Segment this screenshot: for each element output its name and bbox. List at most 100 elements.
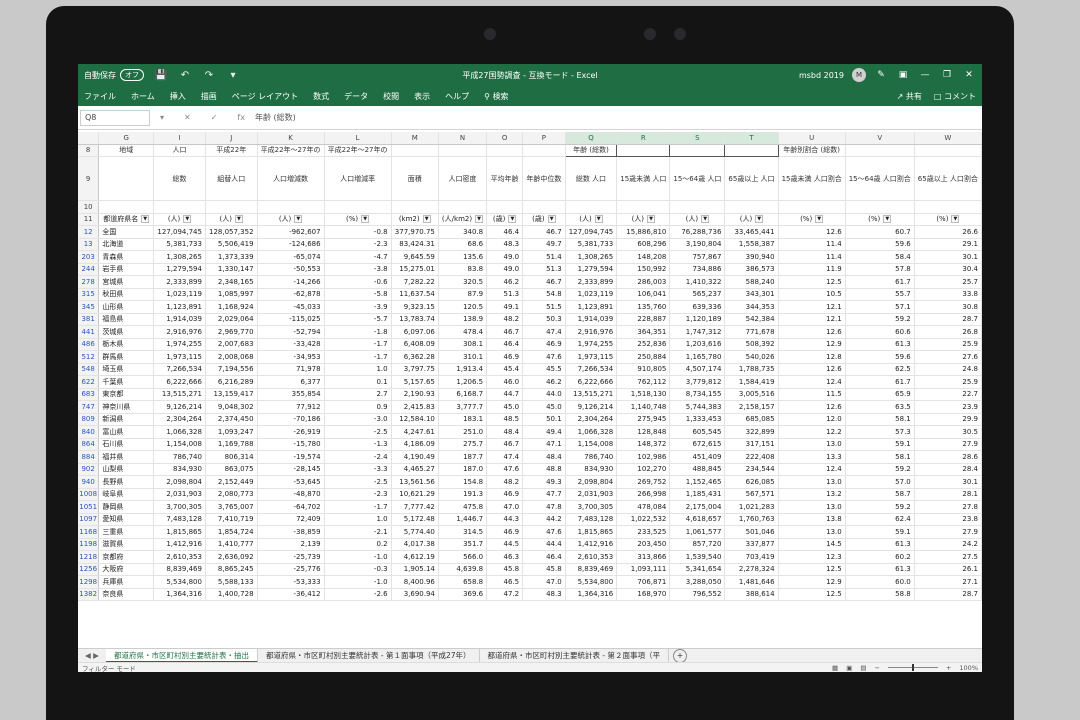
value-cell[interactable]: 1,333,453	[669, 413, 726, 426]
value-cell[interactable]: 834,930	[153, 463, 206, 476]
value-cell[interactable]: 566.0	[438, 550, 488, 564]
save-icon[interactable]: 💾	[154, 68, 168, 82]
value-cell[interactable]: 72,409	[257, 513, 325, 526]
value-cell[interactable]: 6,216,289	[205, 375, 258, 389]
comment-button[interactable]: □ コメント	[934, 91, 976, 102]
value-cell[interactable]: 1,203,616	[669, 338, 726, 351]
value-cell[interactable]: 488,845	[669, 463, 726, 476]
value-cell[interactable]: 76,288,736	[669, 225, 726, 239]
value-cell[interactable]: 250,884	[616, 350, 671, 364]
value-cell[interactable]: 1,021,283	[724, 500, 779, 514]
value-cell[interactable]: 47.2	[486, 588, 524, 601]
value-cell[interactable]: 5,381,733	[565, 238, 618, 251]
value-cell[interactable]: 3,765,007	[205, 500, 258, 514]
value-cell[interactable]: 2,636,092	[205, 550, 258, 564]
filter-dropdown-icon[interactable]: ▼	[141, 215, 150, 224]
row-header[interactable]: 11	[78, 213, 100, 226]
column-header[interactable]: P	[522, 132, 566, 145]
filter-dropdown-icon[interactable]: ▼	[183, 215, 192, 224]
value-cell[interactable]: 48.2	[486, 313, 524, 326]
value-cell[interactable]: 2,610,353	[565, 550, 618, 564]
value-cell[interactable]: 2,008,068	[205, 350, 258, 364]
value-cell[interactable]: 47.8	[522, 500, 566, 514]
menu-help[interactable]: ヘルプ	[445, 91, 469, 102]
value-cell[interactable]: 15,886,810	[616, 225, 671, 239]
menu-data[interactable]: データ	[344, 91, 368, 102]
value-cell[interactable]: 2.7	[324, 388, 392, 401]
prefecture-cell[interactable]: 茨城県	[98, 325, 155, 339]
header-cell[interactable]: 平成22年	[205, 144, 258, 157]
value-cell[interactable]: 135,760	[616, 300, 671, 314]
value-cell[interactable]: -28,145	[257, 463, 325, 476]
value-cell[interactable]: 187.7	[438, 450, 488, 464]
filter-dropdown-icon[interactable]: ▼	[234, 215, 243, 224]
row-header[interactable]: 747	[78, 400, 100, 414]
value-cell[interactable]: 25.9	[914, 338, 982, 351]
header-cell[interactable]: 地域	[98, 144, 155, 157]
prefecture-cell[interactable]: 秋田県	[98, 288, 155, 301]
value-cell[interactable]: 2,304,264	[565, 413, 618, 426]
prefecture-cell[interactable]: 富山県	[98, 425, 155, 439]
value-cell[interactable]: 24.8	[914, 363, 982, 376]
header-cell[interactable]	[486, 144, 524, 157]
value-cell[interactable]: 2,348,165	[205, 275, 258, 289]
value-cell[interactable]: 127,094,745	[565, 225, 618, 239]
value-cell[interactable]: 47.0	[522, 575, 566, 589]
value-cell[interactable]: 58.7	[845, 488, 915, 501]
value-cell[interactable]: 5,588,133	[205, 575, 258, 589]
value-cell[interactable]: 1,152,465	[669, 475, 726, 489]
undo-icon[interactable]: ↶	[178, 68, 192, 82]
header-cell[interactable]: 人口増減率	[324, 156, 392, 201]
header-cell[interactable]: 平成22年～27年の	[324, 144, 392, 157]
value-cell[interactable]: 13.0	[778, 500, 846, 514]
value-cell[interactable]: 71,978	[257, 363, 325, 376]
value-cell[interactable]: 1,815,865	[153, 525, 206, 539]
prefecture-cell[interactable]: 福島県	[98, 313, 155, 326]
unit-cell[interactable]: (人) ▼	[565, 213, 618, 226]
restore-icon[interactable]: ❐	[940, 70, 954, 80]
prefecture-cell[interactable]: 大阪府	[98, 563, 155, 576]
value-cell[interactable]: -3.0	[324, 413, 392, 426]
value-cell[interactable]: 46.7	[522, 225, 566, 239]
value-cell[interactable]: 1,169,788	[205, 438, 258, 451]
value-cell[interactable]: 187.0	[438, 463, 488, 476]
menu-page-layout[interactable]: ページ レイアウト	[232, 91, 298, 102]
value-cell[interactable]: 44.2	[522, 513, 566, 526]
value-cell[interactable]: 46.3	[486, 550, 524, 564]
zoom-thumb[interactable]	[911, 664, 914, 671]
value-cell[interactable]: 4,186.09	[391, 438, 439, 451]
value-cell[interactable]: 4,639.8	[438, 563, 488, 576]
menu-insert[interactable]: 挿入	[170, 91, 186, 102]
filter-dropdown-icon[interactable]: ▼	[594, 215, 603, 224]
value-cell[interactable]: 1,279,594	[153, 263, 206, 276]
value-cell[interactable]: 275,945	[616, 413, 671, 426]
value-cell[interactable]: 59.2	[845, 463, 915, 476]
value-cell[interactable]: 1,308,265	[153, 250, 206, 264]
header-cell[interactable]: 15～64歳 人口割合	[845, 156, 915, 201]
value-cell[interactable]: 11.5	[778, 388, 846, 401]
value-cell[interactable]: -1.7	[324, 500, 392, 514]
value-cell[interactable]: 340.8	[438, 225, 488, 239]
menu-draw[interactable]: 描画	[201, 91, 217, 102]
prefecture-cell[interactable]: 愛知県	[98, 513, 155, 526]
close-icon[interactable]: ✕	[962, 70, 976, 80]
value-cell[interactable]: 83,424.31	[391, 238, 439, 251]
value-cell[interactable]: 61.3	[845, 538, 915, 551]
value-cell[interactable]: 46.9	[486, 350, 524, 364]
value-cell[interactable]: 50.3	[522, 313, 566, 326]
value-cell[interactable]: -1.3	[324, 438, 392, 451]
value-cell[interactable]: 28.6	[914, 450, 982, 464]
prefecture-cell[interactable]: 三重県	[98, 525, 155, 539]
row-header[interactable]: 840	[78, 425, 100, 439]
header-cell[interactable]: 15歳未満 人口	[616, 156, 671, 201]
value-cell[interactable]: 6,362.28	[391, 350, 439, 364]
value-cell[interactable]: 48.4	[486, 425, 524, 439]
row-header[interactable]: 441	[78, 325, 100, 339]
value-cell[interactable]: 26.6	[914, 225, 982, 239]
header-cell[interactable]	[914, 144, 982, 157]
value-cell[interactable]: 13,159,417	[205, 388, 258, 401]
value-cell[interactable]: -50,553	[257, 263, 325, 276]
row-header[interactable]: 9	[78, 156, 100, 201]
empty-cell[interactable]	[845, 200, 915, 214]
unit-cell[interactable]: (人) ▼	[616, 213, 671, 226]
